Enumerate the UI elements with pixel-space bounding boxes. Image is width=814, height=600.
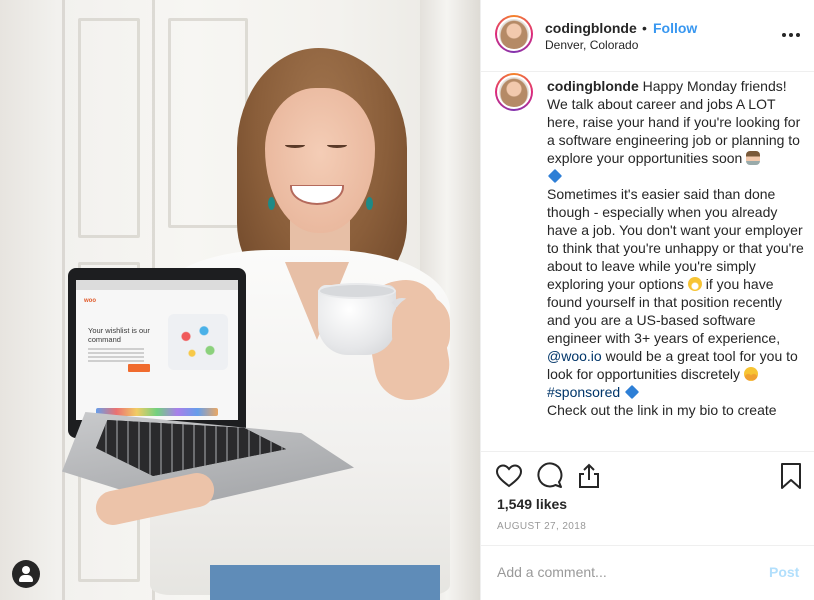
mention-link[interactable]: @woo.io [547, 348, 602, 364]
avatar[interactable] [495, 15, 533, 53]
site-subtext [88, 348, 144, 362]
mac-dock [96, 408, 218, 416]
post-header: codingblonde • Follow Denver, Colorado [481, 0, 814, 72]
laptop-display: woo Your wishlist is our command [76, 280, 238, 420]
earring [268, 197, 275, 210]
post-date[interactable]: AUGUST 27, 2018 [497, 521, 586, 532]
earring [366, 197, 373, 210]
bookmark-icon[interactable] [777, 462, 805, 490]
caption-paragraph-4: Check out the link in my bio to create [547, 402, 777, 418]
site-illustration [168, 314, 228, 370]
post-sidebar: codingblonde • Follow Denver, Colorado c… [480, 0, 814, 600]
like-count[interactable]: 1,549 likes [497, 496, 567, 512]
door-panel [78, 18, 140, 238]
location-link[interactable]: Denver, Colorado [545, 38, 638, 52]
separator-dot: • [642, 20, 647, 36]
caption-username[interactable]: codingblonde [547, 78, 639, 94]
eye [285, 142, 305, 148]
more-icon[interactable] [779, 26, 803, 44]
door-edge [62, 0, 65, 600]
door-panel [168, 18, 248, 228]
username-link[interactable]: codingblonde [545, 20, 637, 36]
caption-avatar[interactable] [495, 73, 533, 111]
eye [327, 142, 347, 148]
comment-input[interactable] [497, 560, 747, 584]
grinning-sweat-emoji-icon [687, 277, 702, 291]
site-headline: Your wishlist is our command [88, 326, 150, 344]
browser-bar [76, 280, 238, 290]
comment-icon[interactable] [535, 462, 563, 490]
profile-icon[interactable] [12, 560, 40, 588]
comment-bar: Post [481, 545, 814, 600]
jeans [210, 565, 440, 600]
blue-diamond-emoji-icon [547, 168, 563, 184]
hugging-face-emoji-icon [743, 367, 758, 381]
person-raising-hand-emoji-icon [746, 151, 761, 165]
caption-area: codingblonde Happy Monday friends! We ta… [481, 73, 814, 451]
blue-diamond-emoji-icon [624, 384, 640, 400]
caption-text: codingblonde Happy Monday friends! We ta… [547, 77, 805, 419]
avatar-image [497, 75, 531, 109]
post-button[interactable]: Post [769, 564, 799, 580]
mug-rim [318, 283, 396, 299]
action-bar [481, 451, 814, 499]
profile-icon-body [19, 575, 33, 582]
hashtag-link[interactable]: #sponsored [547, 384, 620, 400]
profile-icon-head [22, 566, 30, 574]
follow-button[interactable]: Follow [653, 20, 697, 36]
site-logo: woo [84, 298, 96, 304]
right-hand [392, 295, 450, 363]
avatar-image [497, 17, 531, 51]
heart-icon[interactable] [495, 462, 523, 490]
site-cta [128, 364, 150, 372]
post-photo[interactable]: woo Your wishlist is our command [0, 0, 480, 600]
share-icon[interactable] [575, 462, 603, 490]
